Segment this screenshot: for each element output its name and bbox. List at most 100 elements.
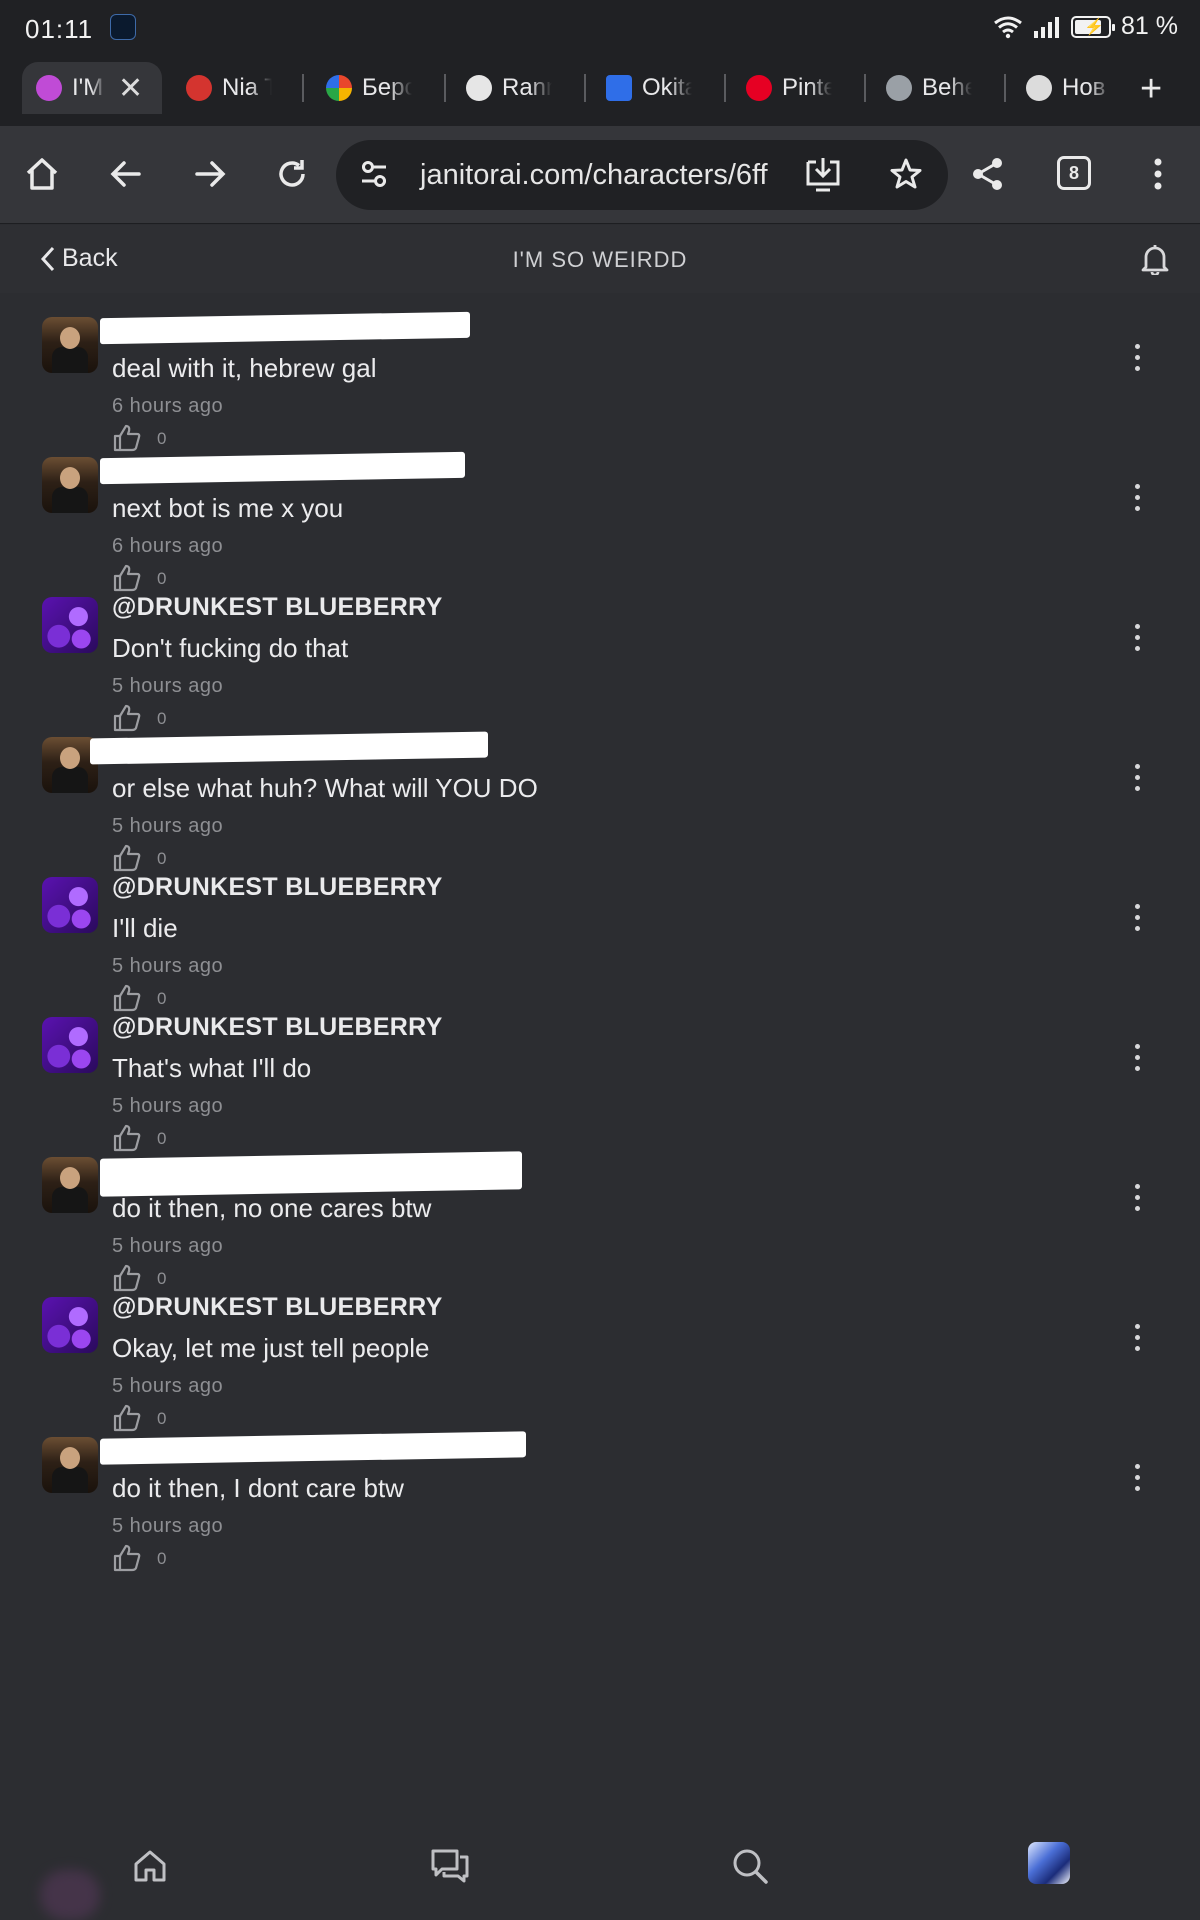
redacted-username	[100, 1431, 526, 1465]
wifi-icon	[994, 16, 1022, 38]
page-header: Back I'M SO WEIRDD	[0, 225, 1200, 293]
redacted-username	[100, 1151, 522, 1197]
comment-author[interactable]: @DRUNKEST BLUEBERRY	[112, 873, 443, 902]
tab-4[interactable]: Okita	[606, 62, 716, 114]
tab-label: Behe	[922, 74, 972, 101]
bookmark-star-icon[interactable]	[888, 156, 924, 192]
tab-5[interactable]: Pinte	[746, 62, 856, 114]
comment-text: I'll die	[112, 913, 178, 943]
comment-text: do it then, I dont care btw	[112, 1473, 404, 1503]
battery-icon: ⚡	[1071, 15, 1116, 38]
tab-0[interactable]: I'M ✕	[22, 62, 162, 114]
redacted-username	[100, 451, 465, 485]
comment-timestamp: 5 hours ago	[112, 815, 224, 837]
comment-timestamp: 5 hours ago	[112, 1235, 224, 1257]
tab-3[interactable]: Ranm	[466, 62, 576, 114]
browser-toolbar: janitorai.com/characters/6ff 8	[0, 126, 1200, 224]
more-options-icon[interactable]	[1124, 617, 1150, 657]
tab-label: Берс	[362, 74, 412, 101]
comment-author[interactable]: @DRUNKEST BLUEBERRY	[112, 593, 443, 622]
more-options-icon[interactable]	[1124, 1317, 1150, 1357]
tab-1[interactable]: Nia T	[186, 62, 286, 114]
status-icons: ⚡ 81 %	[993, 12, 1178, 41]
more-options-icon[interactable]	[1124, 477, 1150, 517]
more-options-icon[interactable]	[1124, 1457, 1150, 1497]
avatar[interactable]	[42, 877, 98, 933]
dragon-favicon-icon	[886, 75, 912, 101]
tab-7[interactable]: Нов	[1026, 62, 1126, 114]
comment-author[interactable]: @DRUNKEST BLUEBERRY	[112, 1293, 443, 1322]
comment-text: do it then, no one cares btw	[112, 1193, 432, 1223]
avatar[interactable]	[42, 597, 98, 653]
comment-text: Okay, let me just tell people	[112, 1333, 430, 1363]
avatar[interactable]	[42, 1017, 98, 1073]
comment-timestamp: 5 hours ago	[112, 1515, 224, 1537]
pinterest-favicon-icon	[746, 75, 772, 101]
more-options-icon[interactable]	[1124, 1037, 1150, 1077]
redacted-username	[100, 311, 470, 345]
red-demon-favicon-icon	[186, 75, 212, 101]
browser-menu-icon[interactable]	[1136, 152, 1180, 196]
comment-text: Don't fucking do that	[112, 633, 349, 663]
url-text[interactable]: janitorai.com/characters/6ff	[420, 159, 768, 192]
blue-t-favicon-icon	[606, 75, 632, 101]
like-count: 0	[157, 1549, 167, 1568]
bell-icon[interactable]	[1140, 243, 1170, 275]
tab-label: Нов	[1062, 74, 1106, 101]
site-settings-icon[interactable]	[358, 156, 390, 192]
signal-icon	[1034, 16, 1060, 38]
status-bar: 01:11 ⚡ 81 %	[0, 0, 1200, 56]
tab-label: Okita	[642, 74, 692, 101]
forward-arrow-icon[interactable]	[188, 152, 232, 196]
profile-avatar[interactable]	[1028, 1842, 1070, 1884]
chrome-favicon-icon	[1026, 75, 1052, 101]
comment-timestamp: 5 hours ago	[112, 1095, 224, 1117]
white-mask-favicon-icon	[466, 75, 492, 101]
tab-6[interactable]: Behe	[886, 62, 996, 114]
app-notification-icon	[110, 14, 136, 40]
comment-text: That's what I'll do	[112, 1053, 312, 1083]
tab-2[interactable]: Берс	[326, 62, 436, 114]
avatar[interactable]	[42, 1157, 98, 1213]
close-tab-icon[interactable]: ✕	[118, 71, 143, 106]
home-icon[interactable]	[128, 1844, 172, 1888]
avatar[interactable]	[42, 1437, 98, 1493]
comment-text: or else what huh? What will YOU DO	[112, 773, 538, 803]
more-options-icon[interactable]	[1124, 897, 1150, 937]
comment-author[interactable]: @DRUNKEST BLUEBERRY	[112, 1013, 443, 1042]
avatar[interactable]	[42, 317, 98, 373]
avatar[interactable]	[42, 457, 98, 513]
comment-timestamp: 6 hours ago	[112, 535, 224, 557]
download-page-icon[interactable]	[804, 154, 842, 194]
chat-icon[interactable]	[428, 1844, 472, 1888]
tab-strip: I'M ✕ Nia T Берс Ranm Okita Pinte Behe Н…	[0, 56, 1200, 126]
spiral-pink-favicon-icon	[36, 75, 62, 101]
comment-timestamp: 5 hours ago	[112, 955, 224, 977]
comment-text: next bot is me x you	[112, 493, 344, 523]
more-options-icon[interactable]	[1124, 757, 1150, 797]
bottom-nav	[0, 1830, 1200, 1920]
avatar[interactable]	[42, 1297, 98, 1353]
new-tab-plus-icon[interactable]: +	[1140, 68, 1162, 111]
comment-item: do it then, I dont care btw 5 hours ago …	[0, 1413, 1200, 1585]
status-time: 01:11	[25, 14, 94, 44]
more-options-icon[interactable]	[1124, 337, 1150, 377]
share-icon[interactable]	[966, 152, 1010, 196]
tab-label: Nia T	[222, 74, 272, 101]
comment-text: deal with it, hebrew gal	[112, 353, 377, 383]
reload-icon[interactable]	[270, 152, 314, 196]
tab-label: I'M	[72, 74, 104, 101]
redacted-username	[90, 731, 488, 765]
search-icon[interactable]	[728, 1844, 772, 1888]
comment-timestamp: 6 hours ago	[112, 395, 224, 417]
tab-switcher-button[interactable]: 8	[1057, 156, 1091, 190]
comment-timestamp: 5 hours ago	[112, 1375, 224, 1397]
thumbs-up-icon[interactable]	[112, 1543, 142, 1573]
tab-label: Ranm	[502, 74, 552, 101]
address-bar[interactable]: janitorai.com/characters/6ff	[336, 140, 948, 210]
back-arrow-icon[interactable]	[104, 152, 148, 196]
more-options-icon[interactable]	[1124, 1177, 1150, 1217]
home-icon[interactable]	[20, 152, 64, 196]
tab-label: Pinte	[782, 74, 832, 101]
comment-timestamp: 5 hours ago	[112, 675, 224, 697]
